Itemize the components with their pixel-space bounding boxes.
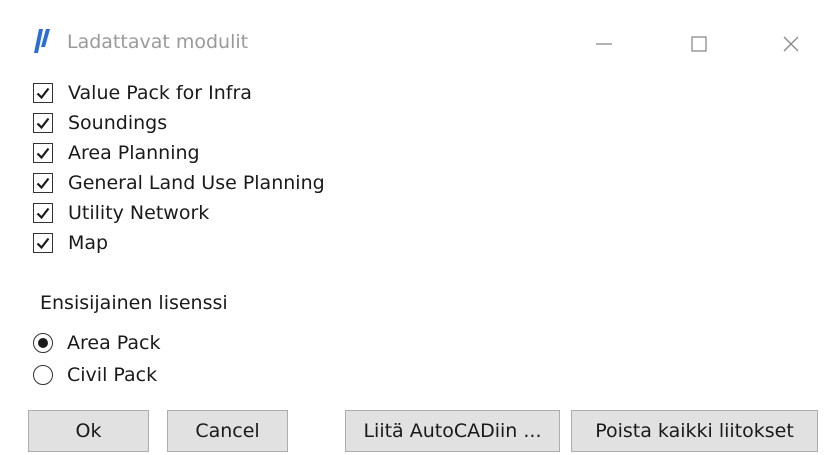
module-item-area-planning[interactable]: Area Planning — [33, 138, 200, 168]
modules-dialog: Ladattavat modulit Value Pack for Infra — [0, 0, 828, 455]
module-label: Utility Network — [68, 202, 210, 224]
checkmark-icon — [36, 87, 50, 100]
checkbox[interactable] — [33, 143, 53, 163]
attach-autocad-button[interactable]: Liitä AutoCADiin ... — [345, 410, 560, 452]
minimize-icon — [594, 34, 614, 54]
module-item-map[interactable]: Map — [33, 228, 108, 258]
module-label: Value Pack for Infra — [68, 82, 252, 104]
checkbox[interactable] — [33, 173, 53, 193]
cancel-button[interactable]: Cancel — [167, 410, 288, 452]
checkbox[interactable] — [33, 83, 53, 103]
module-item-soundings[interactable]: Soundings — [33, 108, 167, 138]
remove-all-links-button[interactable]: Poista kaikki liitokset — [571, 410, 818, 452]
window-title: Ladattavat modulit — [67, 31, 249, 53]
maximize-button[interactable] — [669, 16, 729, 72]
module-label: Soundings — [68, 112, 168, 134]
license-option-label: Area Pack — [67, 332, 161, 354]
license-option-label: Civil Pack — [67, 364, 158, 386]
ok-button[interactable]: Ok — [28, 410, 149, 452]
maximize-icon — [689, 34, 709, 54]
radio-button[interactable] — [33, 333, 53, 353]
checkmark-icon — [36, 117, 50, 130]
checkmark-icon — [36, 147, 50, 160]
module-label: Map — [68, 232, 109, 254]
checkmark-icon — [36, 177, 50, 190]
checkbox[interactable] — [33, 113, 53, 133]
module-item-value-pack-for-infra[interactable]: Value Pack for Infra — [33, 78, 252, 108]
checkmark-icon — [36, 237, 50, 250]
module-label: Area Planning — [68, 142, 200, 164]
checkmark-icon — [36, 207, 50, 220]
module-item-general-land-use-planning[interactable]: General Land Use Planning — [33, 168, 325, 198]
checkbox[interactable] — [33, 203, 53, 223]
license-option-civil-pack[interactable]: Civil Pack — [33, 360, 157, 390]
close-icon — [781, 34, 801, 54]
minimize-button[interactable] — [574, 16, 634, 72]
title-bar[interactable]: Ladattavat modulit — [0, 0, 828, 82]
radio-selected-dot — [38, 338, 48, 348]
app-logo-icon — [33, 27, 51, 55]
license-group-label: Ensisijainen lisenssi — [40, 292, 228, 314]
checkbox[interactable] — [33, 233, 53, 253]
module-label: General Land Use Planning — [68, 172, 325, 194]
license-option-area-pack[interactable]: Area Pack — [33, 328, 160, 358]
close-button[interactable] — [761, 16, 821, 72]
radio-button[interactable] — [33, 365, 53, 385]
module-item-utility-network[interactable]: Utility Network — [33, 198, 209, 228]
